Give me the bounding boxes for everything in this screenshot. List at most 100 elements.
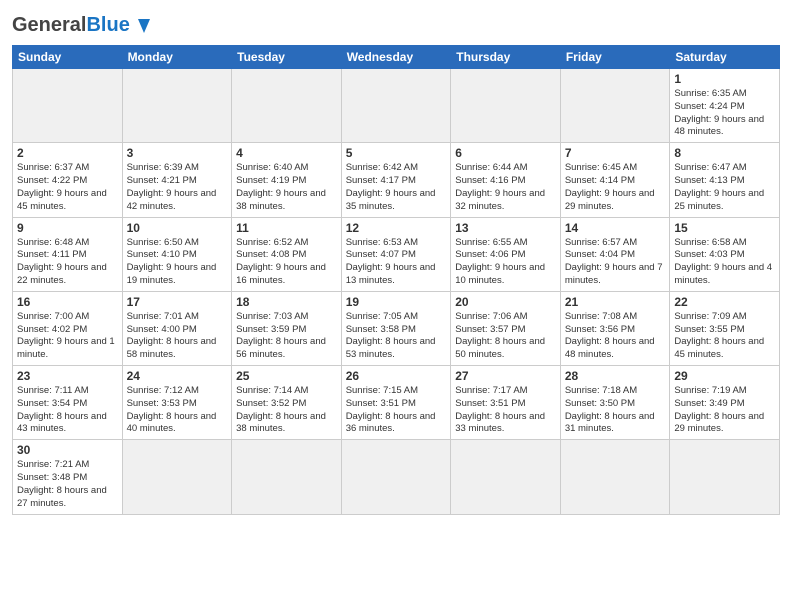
day-cell: 7 Sunrise: 6:45 AM Sunset: 4:14 PM Daylig… xyxy=(560,143,670,217)
day-number: 22 xyxy=(674,295,775,309)
day-cell: 17 Sunrise: 7:01 AM Sunset: 4:00 PM Dayli… xyxy=(122,291,232,365)
day-info: Sunrise: 6:57 AM Sunset: 4:04 PM Dayligh… xyxy=(565,237,666,288)
day-cell: 13Sunrise: 6:55 AM Sunset: 4:06 PM Dayli… xyxy=(451,217,561,291)
week-row-2: 2 Sunrise: 6:37 AM Sunset: 4:22 PM Daylig… xyxy=(13,143,780,217)
week-row-5: 23 Sunrise: 7:11 AM Sunset: 3:54 PM Dayli… xyxy=(13,366,780,440)
logo-icon xyxy=(133,15,155,37)
weekday-header-sunday: Sunday xyxy=(13,46,123,69)
day-cell: 23 Sunrise: 7:11 AM Sunset: 3:54 PM Dayli… xyxy=(13,366,123,440)
day-info: Sunrise: 6:58 AM Sunset: 4:03 PM Dayligh… xyxy=(674,237,775,288)
day-cell: 19Sunrise: 7:05 AM Sunset: 3:58 PM Dayli… xyxy=(341,291,451,365)
day-info: Sunrise: 7:14 AM Sunset: 3:52 PM Dayligh… xyxy=(236,385,337,436)
day-info: Sunrise: 6:47 AM Sunset: 4:13 PM Dayligh… xyxy=(674,162,775,213)
day-cell xyxy=(122,69,232,143)
day-number: 3 xyxy=(127,146,228,160)
day-number: 14 xyxy=(565,221,666,235)
day-info: Sunrise: 7:01 AM Sunset: 4:00 PM Dayligh… xyxy=(127,311,228,362)
day-cell: 24Sunrise: 7:12 AM Sunset: 3:53 PM Dayli… xyxy=(122,366,232,440)
weekday-header-wednesday: Wednesday xyxy=(341,46,451,69)
day-info: Sunrise: 6:37 AM Sunset: 4:22 PM Dayligh… xyxy=(17,162,118,213)
day-number: 7 xyxy=(565,146,666,160)
day-number: 30 xyxy=(17,443,118,457)
day-cell: 18Sunrise: 7:03 AM Sunset: 3:59 PM Dayli… xyxy=(232,291,342,365)
day-cell: 1Sunrise: 6:35 AM Sunset: 4:24 PM Daylig… xyxy=(670,69,780,143)
day-number: 28 xyxy=(565,369,666,383)
weekday-header-friday: Friday xyxy=(560,46,670,69)
day-info: Sunrise: 6:39 AM Sunset: 4:21 PM Dayligh… xyxy=(127,162,228,213)
day-cell xyxy=(341,440,451,514)
day-number: 23 xyxy=(17,369,118,383)
day-cell xyxy=(232,69,342,143)
day-cell: 16 Sunrise: 7:00 AM Sunset: 4:02 PM Dayli… xyxy=(13,291,123,365)
day-number: 27 xyxy=(455,369,556,383)
header: General Blue xyxy=(12,10,780,37)
day-cell: 22 Sunrise: 7:09 AM Sunset: 3:55 PM Dayli… xyxy=(670,291,780,365)
day-cell: 8Sunrise: 6:47 AM Sunset: 4:13 PM Daylig… xyxy=(670,143,780,217)
day-cell: 21Sunrise: 7:08 AM Sunset: 3:56 PM Dayli… xyxy=(560,291,670,365)
day-number: 5 xyxy=(346,146,447,160)
day-cell xyxy=(560,440,670,514)
day-number: 10 xyxy=(127,221,228,235)
week-row-1: 1Sunrise: 6:35 AM Sunset: 4:24 PM Daylig… xyxy=(13,69,780,143)
day-info: Sunrise: 7:12 AM Sunset: 3:53 PM Dayligh… xyxy=(127,385,228,436)
day-cell: 4Sunrise: 6:40 AM Sunset: 4:19 PM Daylig… xyxy=(232,143,342,217)
day-number: 25 xyxy=(236,369,337,383)
day-number: 17 xyxy=(127,295,228,309)
day-cell: 29 Sunrise: 7:19 AM Sunset: 3:49 PM Dayli… xyxy=(670,366,780,440)
day-info: Sunrise: 7:09 AM Sunset: 3:55 PM Dayligh… xyxy=(674,311,775,362)
day-cell xyxy=(232,440,342,514)
weekday-header-row: SundayMondayTuesdayWednesdayThursdayFrid… xyxy=(13,46,780,69)
day-info: Sunrise: 7:00 AM Sunset: 4:02 PM Dayligh… xyxy=(17,311,118,362)
day-number: 15 xyxy=(674,221,775,235)
day-info: Sunrise: 7:06 AM Sunset: 3:57 PM Dayligh… xyxy=(455,311,556,362)
day-info: Sunrise: 7:17 AM Sunset: 3:51 PM Dayligh… xyxy=(455,385,556,436)
week-row-4: 16 Sunrise: 7:00 AM Sunset: 4:02 PM Dayli… xyxy=(13,291,780,365)
day-number: 9 xyxy=(17,221,118,235)
day-cell xyxy=(451,440,561,514)
day-cell: 15 Sunrise: 6:58 AM Sunset: 4:03 PM Dayli… xyxy=(670,217,780,291)
day-info: Sunrise: 6:52 AM Sunset: 4:08 PM Dayligh… xyxy=(236,237,337,288)
logo-blue: Blue xyxy=(86,14,129,37)
day-cell xyxy=(13,69,123,143)
day-cell: 3 Sunrise: 6:39 AM Sunset: 4:21 PM Daylig… xyxy=(122,143,232,217)
day-info: Sunrise: 7:21 AM Sunset: 3:48 PM Dayligh… xyxy=(17,459,118,510)
day-cell: 25 Sunrise: 7:14 AM Sunset: 3:52 PM Dayli… xyxy=(232,366,342,440)
day-number: 11 xyxy=(236,221,337,235)
day-info: Sunrise: 7:11 AM Sunset: 3:54 PM Dayligh… xyxy=(17,385,118,436)
day-cell: 9Sunrise: 6:48 AM Sunset: 4:11 PM Daylig… xyxy=(13,217,123,291)
day-number: 19 xyxy=(346,295,447,309)
day-info: Sunrise: 7:18 AM Sunset: 3:50 PM Dayligh… xyxy=(565,385,666,436)
day-number: 18 xyxy=(236,295,337,309)
day-number: 29 xyxy=(674,369,775,383)
day-number: 21 xyxy=(565,295,666,309)
weekday-header-monday: Monday xyxy=(122,46,232,69)
day-cell: 28 Sunrise: 7:18 AM Sunset: 3:50 PM Dayli… xyxy=(560,366,670,440)
day-number: 4 xyxy=(236,146,337,160)
week-row-3: 9Sunrise: 6:48 AM Sunset: 4:11 PM Daylig… xyxy=(13,217,780,291)
calendar-page: General Blue SundayMondayTuesdayWednesda… xyxy=(0,0,792,612)
day-info: Sunrise: 6:45 AM Sunset: 4:14 PM Dayligh… xyxy=(565,162,666,213)
weekday-header-tuesday: Tuesday xyxy=(232,46,342,69)
day-cell xyxy=(451,69,561,143)
day-cell xyxy=(560,69,670,143)
day-number: 2 xyxy=(17,146,118,160)
day-cell: 6Sunrise: 6:44 AM Sunset: 4:16 PM Daylig… xyxy=(451,143,561,217)
day-info: Sunrise: 7:19 AM Sunset: 3:49 PM Dayligh… xyxy=(674,385,775,436)
day-cell: 11 Sunrise: 6:52 AM Sunset: 4:08 PM Dayli… xyxy=(232,217,342,291)
logo: General Blue xyxy=(12,10,155,37)
day-number: 26 xyxy=(346,369,447,383)
day-cell: 20 Sunrise: 7:06 AM Sunset: 3:57 PM Dayli… xyxy=(451,291,561,365)
day-cell xyxy=(341,69,451,143)
day-number: 20 xyxy=(455,295,556,309)
day-info: Sunrise: 6:42 AM Sunset: 4:17 PM Dayligh… xyxy=(346,162,447,213)
day-cell: 12Sunrise: 6:53 AM Sunset: 4:07 PM Dayli… xyxy=(341,217,451,291)
day-cell: 27 Sunrise: 7:17 AM Sunset: 3:51 PM Dayli… xyxy=(451,366,561,440)
day-number: 16 xyxy=(17,295,118,309)
day-cell: 30 Sunrise: 7:21 AM Sunset: 3:48 PM Dayli… xyxy=(13,440,123,514)
calendar-table: SundayMondayTuesdayWednesdayThursdayFrid… xyxy=(12,45,780,515)
day-info: Sunrise: 6:50 AM Sunset: 4:10 PM Dayligh… xyxy=(127,237,228,288)
logo-general: General xyxy=(12,14,86,37)
day-cell xyxy=(122,440,232,514)
day-number: 1 xyxy=(674,72,775,86)
day-cell xyxy=(670,440,780,514)
